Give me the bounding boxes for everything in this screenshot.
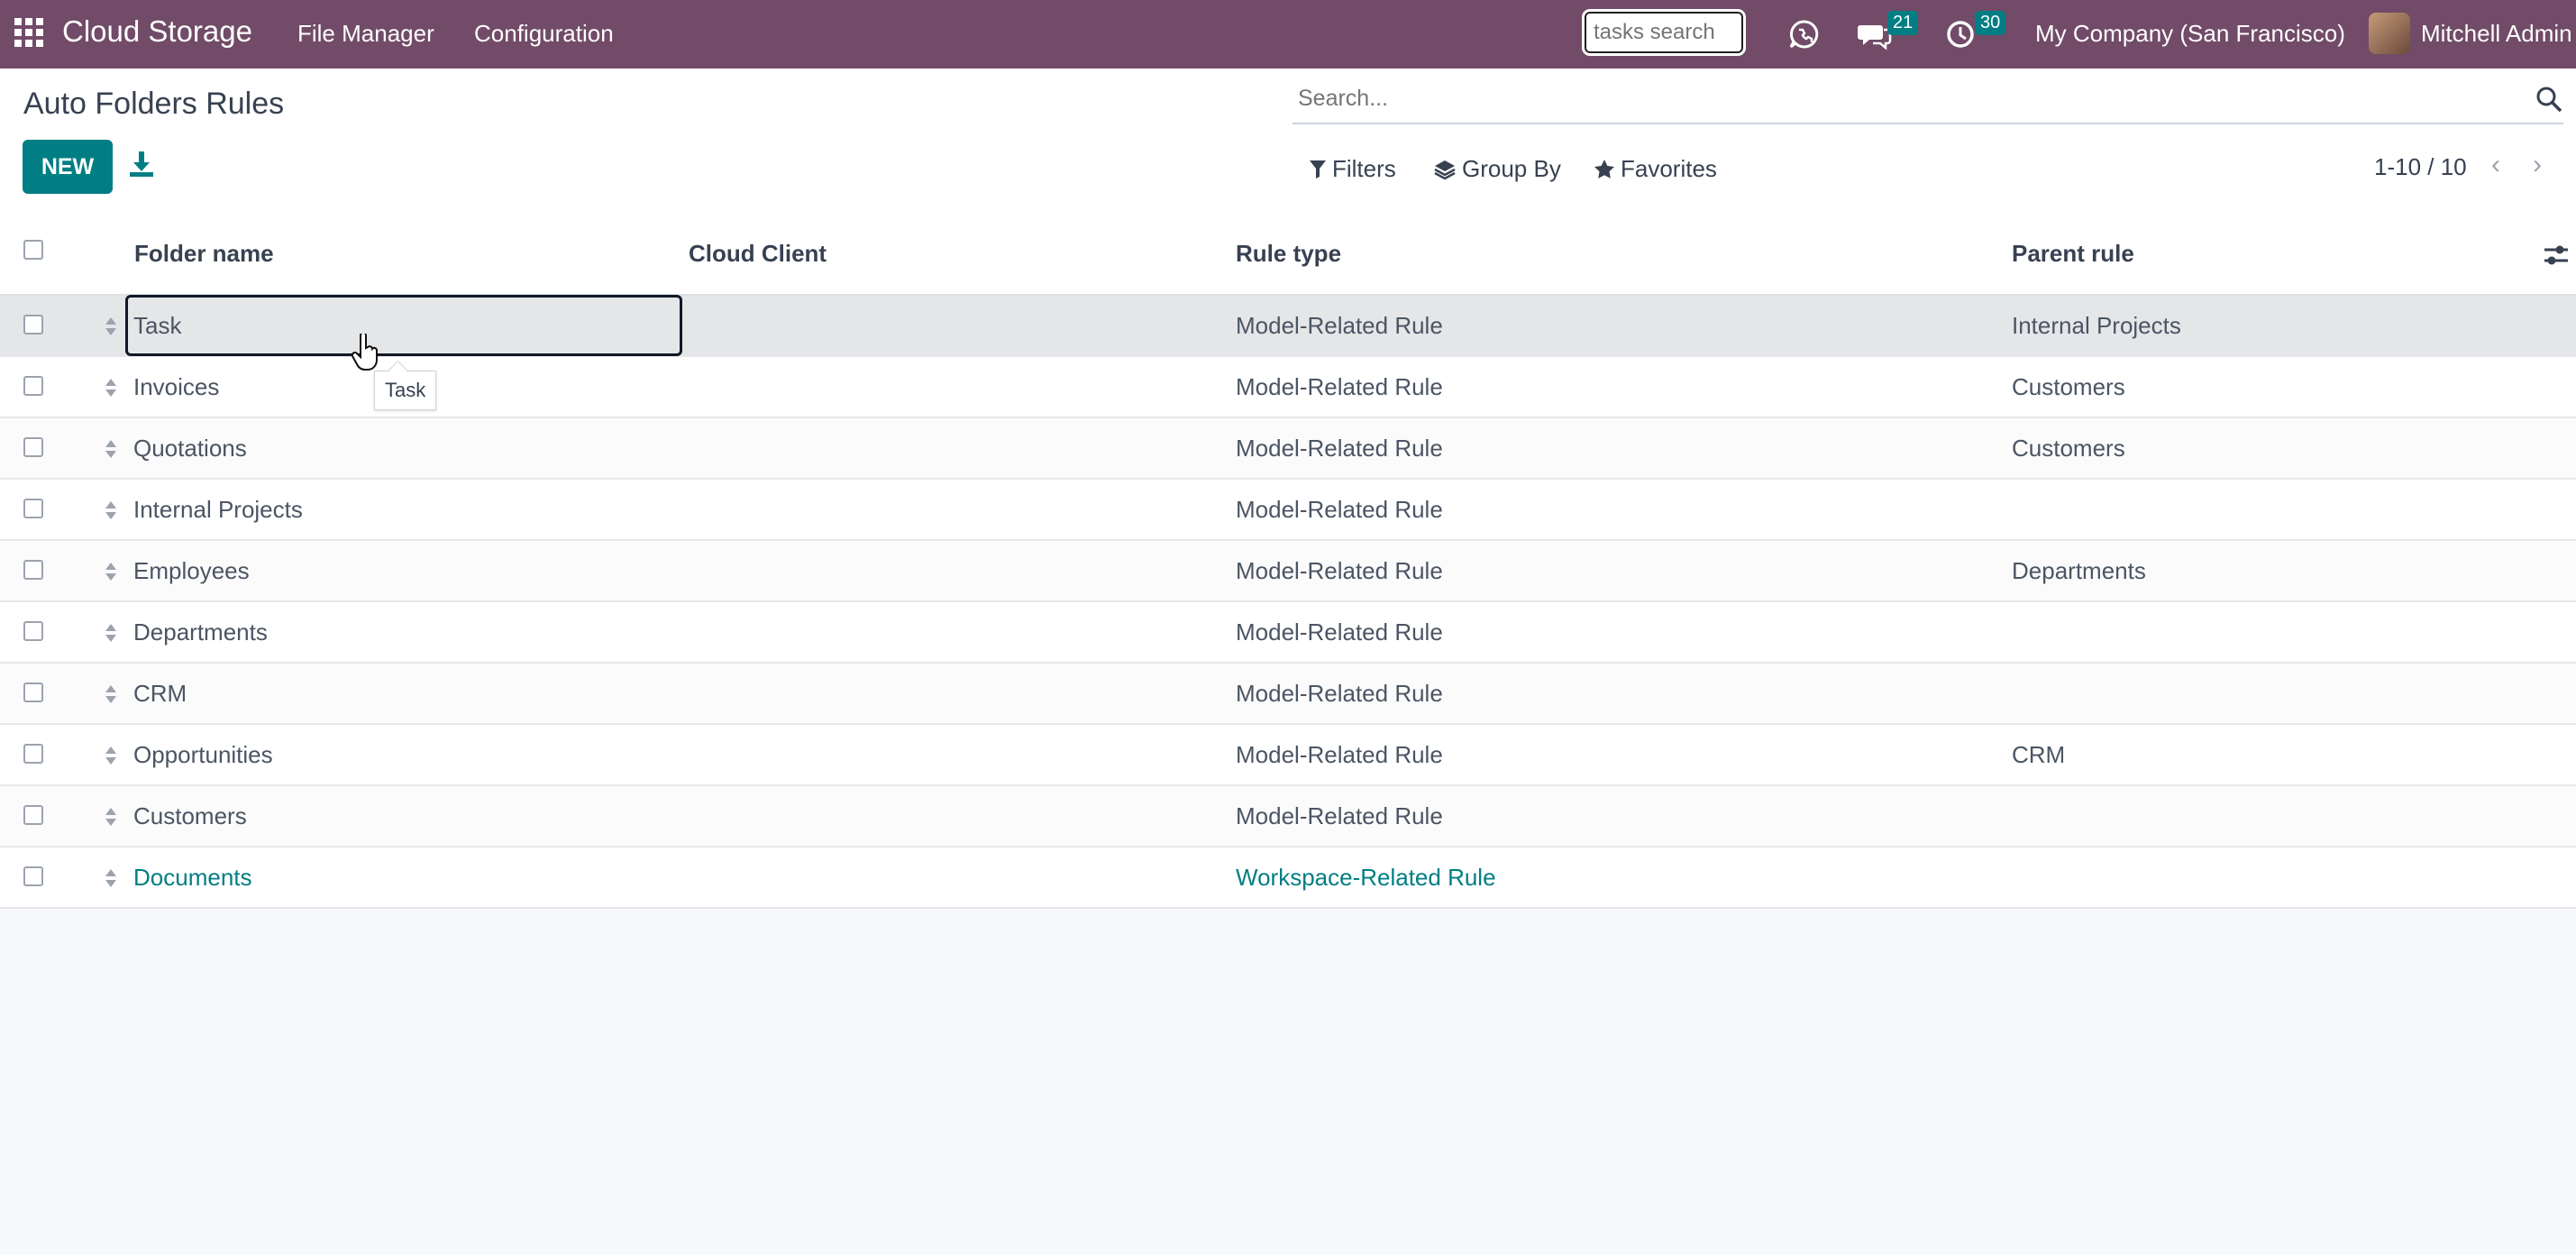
groupby-button[interactable]: Group By	[1433, 155, 1561, 183]
filters-button[interactable]: Filters	[1309, 155, 1396, 183]
pager-value[interactable]: 1-10 / 10	[2374, 153, 2467, 181]
empty-area	[0, 912, 2576, 1255]
table-row[interactable]: Internal Projects Model-Related Rule	[0, 480, 2576, 541]
table-row[interactable]: Employees Model-Related Rule Departments	[0, 541, 2576, 602]
page-title: Auto Folders Rules	[23, 87, 285, 121]
parent-rule-cell[interactable]: Internal Projects	[2012, 312, 2181, 340]
voip-phone-icon[interactable]	[1786, 16, 1822, 52]
user-avatar[interactable]	[2369, 13, 2410, 54]
menu-file-manager[interactable]: File Manager	[297, 20, 434, 48]
row-checkbox[interactable]	[23, 682, 43, 702]
folder-name-cell[interactable]: Internal Projects	[133, 496, 303, 524]
column-header-rule-type[interactable]: Rule type	[1236, 240, 1341, 268]
rule-type-cell[interactable]: Model-Related Rule	[1236, 496, 1443, 524]
top-navbar: Cloud Storage File Manager Configuration…	[0, 0, 2576, 69]
row-checkbox[interactable]	[23, 744, 43, 764]
user-menu[interactable]: Mitchell Admin	[2421, 20, 2572, 48]
company-switcher[interactable]: My Company (San Francisco)	[2035, 20, 2345, 48]
new-button[interactable]: NEW	[23, 140, 113, 194]
drag-handle-icon[interactable]	[105, 683, 117, 705]
drag-handle-icon[interactable]	[105, 561, 117, 582]
apps-menu-icon[interactable]	[14, 18, 43, 47]
rules-list-table: Folder name Cloud Client Rule type Paren…	[0, 209, 2576, 909]
parent-rule-cell[interactable]: CRM	[2012, 741, 2065, 769]
table-row[interactable]: Documents Workspace-Related Rule	[0, 847, 2576, 909]
row-checkbox[interactable]	[23, 805, 43, 825]
row-checkbox[interactable]	[23, 621, 43, 641]
row-checkbox[interactable]	[23, 376, 43, 396]
row-checkbox[interactable]	[23, 560, 43, 580]
search-input[interactable]	[1296, 85, 2471, 113]
tasks-search-box[interactable]	[1582, 9, 1746, 56]
search-icon[interactable]	[2535, 85, 2563, 114]
drag-handle-icon[interactable]	[105, 622, 117, 644]
column-header-parent-rule[interactable]: Parent rule	[2012, 240, 2134, 268]
activities-badge: 30	[1975, 11, 2006, 35]
menu-configuration[interactable]: Configuration	[474, 20, 614, 48]
table-row[interactable]: Customers Model-Related Rule	[0, 786, 2576, 847]
download-icon[interactable]	[128, 150, 155, 179]
folder-name-cell[interactable]: Opportunities	[133, 741, 273, 769]
rule-type-cell[interactable]: Model-Related Rule	[1236, 802, 1443, 830]
row-checkbox[interactable]	[23, 866, 43, 886]
tasks-search-input[interactable]	[1592, 14, 1740, 51]
tooltip: Task	[374, 371, 437, 410]
search-bar[interactable]	[1293, 79, 2563, 124]
table-header: Folder name Cloud Client Rule type Paren…	[0, 209, 2576, 296]
folder-name-cell[interactable]: Documents	[133, 864, 252, 892]
filters-label: Filters	[1332, 155, 1396, 182]
rule-type-cell[interactable]: Model-Related Rule	[1236, 618, 1443, 646]
layers-icon	[1434, 160, 1456, 179]
drag-handle-icon[interactable]	[105, 316, 117, 337]
column-header-cloud-client[interactable]: Cloud Client	[689, 240, 827, 268]
star-icon	[1594, 159, 1614, 179]
folder-name-edit-field[interactable]	[125, 295, 682, 356]
row-checkbox[interactable]	[23, 315, 43, 334]
drag-handle-icon[interactable]	[105, 745, 117, 766]
folder-name-cell[interactable]: Customers	[133, 802, 247, 830]
hand-pointer-cursor-icon	[352, 334, 378, 371]
parent-rule-cell[interactable]: Customers	[2012, 435, 2125, 463]
messages-badge: 21	[1887, 11, 1919, 35]
table-row[interactable]: CRM Model-Related Rule	[0, 664, 2576, 725]
folder-name-cell[interactable]: Invoices	[133, 373, 219, 401]
pager-previous-icon[interactable]: ‹	[2491, 150, 2500, 180]
folder-name-cell[interactable]: Quotations	[133, 435, 247, 463]
app-title[interactable]: Cloud Storage	[62, 14, 252, 49]
table-row[interactable]: Departments Model-Related Rule	[0, 602, 2576, 664]
parent-rule-cell[interactable]: Departments	[2012, 557, 2146, 585]
drag-handle-icon[interactable]	[105, 499, 117, 521]
select-all-checkbox[interactable]	[23, 240, 43, 260]
drag-handle-icon[interactable]	[105, 867, 117, 889]
groupby-label: Group By	[1462, 155, 1561, 182]
folder-name-cell[interactable]: CRM	[133, 680, 187, 708]
table-row[interactable]: Quotations Model-Related Rule Customers	[0, 418, 2576, 480]
rule-type-cell[interactable]: Workspace-Related Rule	[1236, 864, 1496, 892]
rule-type-cell[interactable]: Model-Related Rule	[1236, 435, 1443, 463]
optional-columns-icon[interactable]	[2544, 243, 2569, 267]
rule-type-cell[interactable]: Model-Related Rule	[1236, 312, 1443, 340]
filter-icon	[1310, 160, 1326, 179]
rule-type-cell[interactable]: Model-Related Rule	[1236, 373, 1443, 401]
folder-name-cell[interactable]: Employees	[133, 557, 250, 585]
folder-name-cell[interactable]: Departments	[133, 618, 268, 646]
column-header-folder-name[interactable]: Folder name	[134, 240, 274, 268]
favorites-button[interactable]: Favorites	[1594, 155, 1717, 183]
table-row[interactable]: Task Model-Related Rule Internal Projects	[0, 295, 2576, 357]
rule-type-cell[interactable]: Model-Related Rule	[1236, 680, 1443, 708]
pager-next-icon[interactable]: ›	[2533, 150, 2542, 180]
drag-handle-icon[interactable]	[105, 806, 117, 828]
drag-handle-icon[interactable]	[105, 438, 117, 460]
favorites-label: Favorites	[1621, 155, 1717, 182]
rule-type-cell[interactable]: Model-Related Rule	[1236, 741, 1443, 769]
table-row[interactable]: Opportunities Model-Related Rule CRM	[0, 725, 2576, 786]
row-checkbox[interactable]	[23, 499, 43, 518]
parent-rule-cell[interactable]: Customers	[2012, 373, 2125, 401]
row-checkbox[interactable]	[23, 437, 43, 457]
drag-handle-icon[interactable]	[105, 377, 117, 398]
rule-type-cell[interactable]: Model-Related Rule	[1236, 557, 1443, 585]
